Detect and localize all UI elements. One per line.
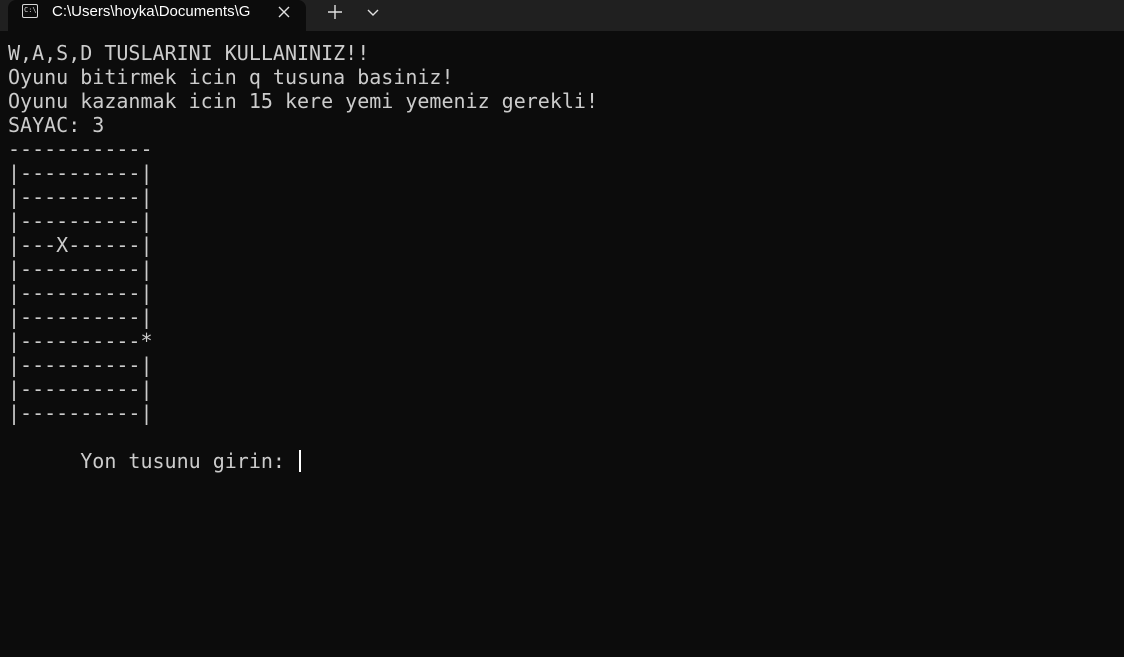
- text-cursor: [299, 450, 301, 472]
- board-row: |----------|: [8, 257, 153, 281]
- terminal-line: W,A,S,D TUSLARINI KULLANINIZ!!: [8, 41, 370, 65]
- board-row: |----------|: [8, 377, 153, 401]
- plus-icon[interactable]: [324, 1, 346, 23]
- board-row: |----------|: [8, 161, 153, 185]
- board-row: |----------|: [8, 281, 153, 305]
- terminal-line: Oyunu bitirmek icin q tusuna basiniz!: [8, 65, 454, 89]
- input-prompt-line[interactable]: Yon tusunu girin:: [8, 425, 1124, 473]
- terminal-line: Oyunu kazanmak icin 15 kere yemi yemeniz…: [8, 89, 599, 113]
- board-row: |----------|: [8, 185, 153, 209]
- close-icon[interactable]: [274, 3, 294, 21]
- counter-line: SAYAC: 3: [8, 113, 105, 137]
- board-top-border: ------------: [8, 137, 153, 161]
- tab-bar: C:\ C:\Users\hoyka\Documents\G: [0, 0, 1124, 31]
- input-prompt: Yon tusunu girin:: [80, 449, 297, 473]
- board-row: |----------|: [8, 353, 153, 377]
- board-row: |----------|: [8, 209, 153, 233]
- terminal-output[interactable]: W,A,S,D TUSLARINI KULLANINIZ!! Oyunu bit…: [8, 41, 1124, 473]
- terminal-icon: C:\: [22, 4, 38, 18]
- board-row: |----------|: [8, 305, 153, 329]
- board-row-food: |----------*: [8, 329, 153, 353]
- board-row: |----------|: [8, 401, 153, 425]
- terminal-icon-glyph: C:\: [24, 6, 37, 14]
- tab-active[interactable]: C:\ C:\Users\hoyka\Documents\G: [8, 0, 306, 31]
- terminal-window: C:\ C:\Users\hoyka\Documents\G W,A,S,D T…: [0, 0, 1124, 657]
- chevron-down-icon[interactable]: [362, 1, 384, 23]
- tab-title: C:\Users\hoyka\Documents\G: [52, 3, 251, 20]
- board-row-player: |---X------|: [8, 233, 153, 257]
